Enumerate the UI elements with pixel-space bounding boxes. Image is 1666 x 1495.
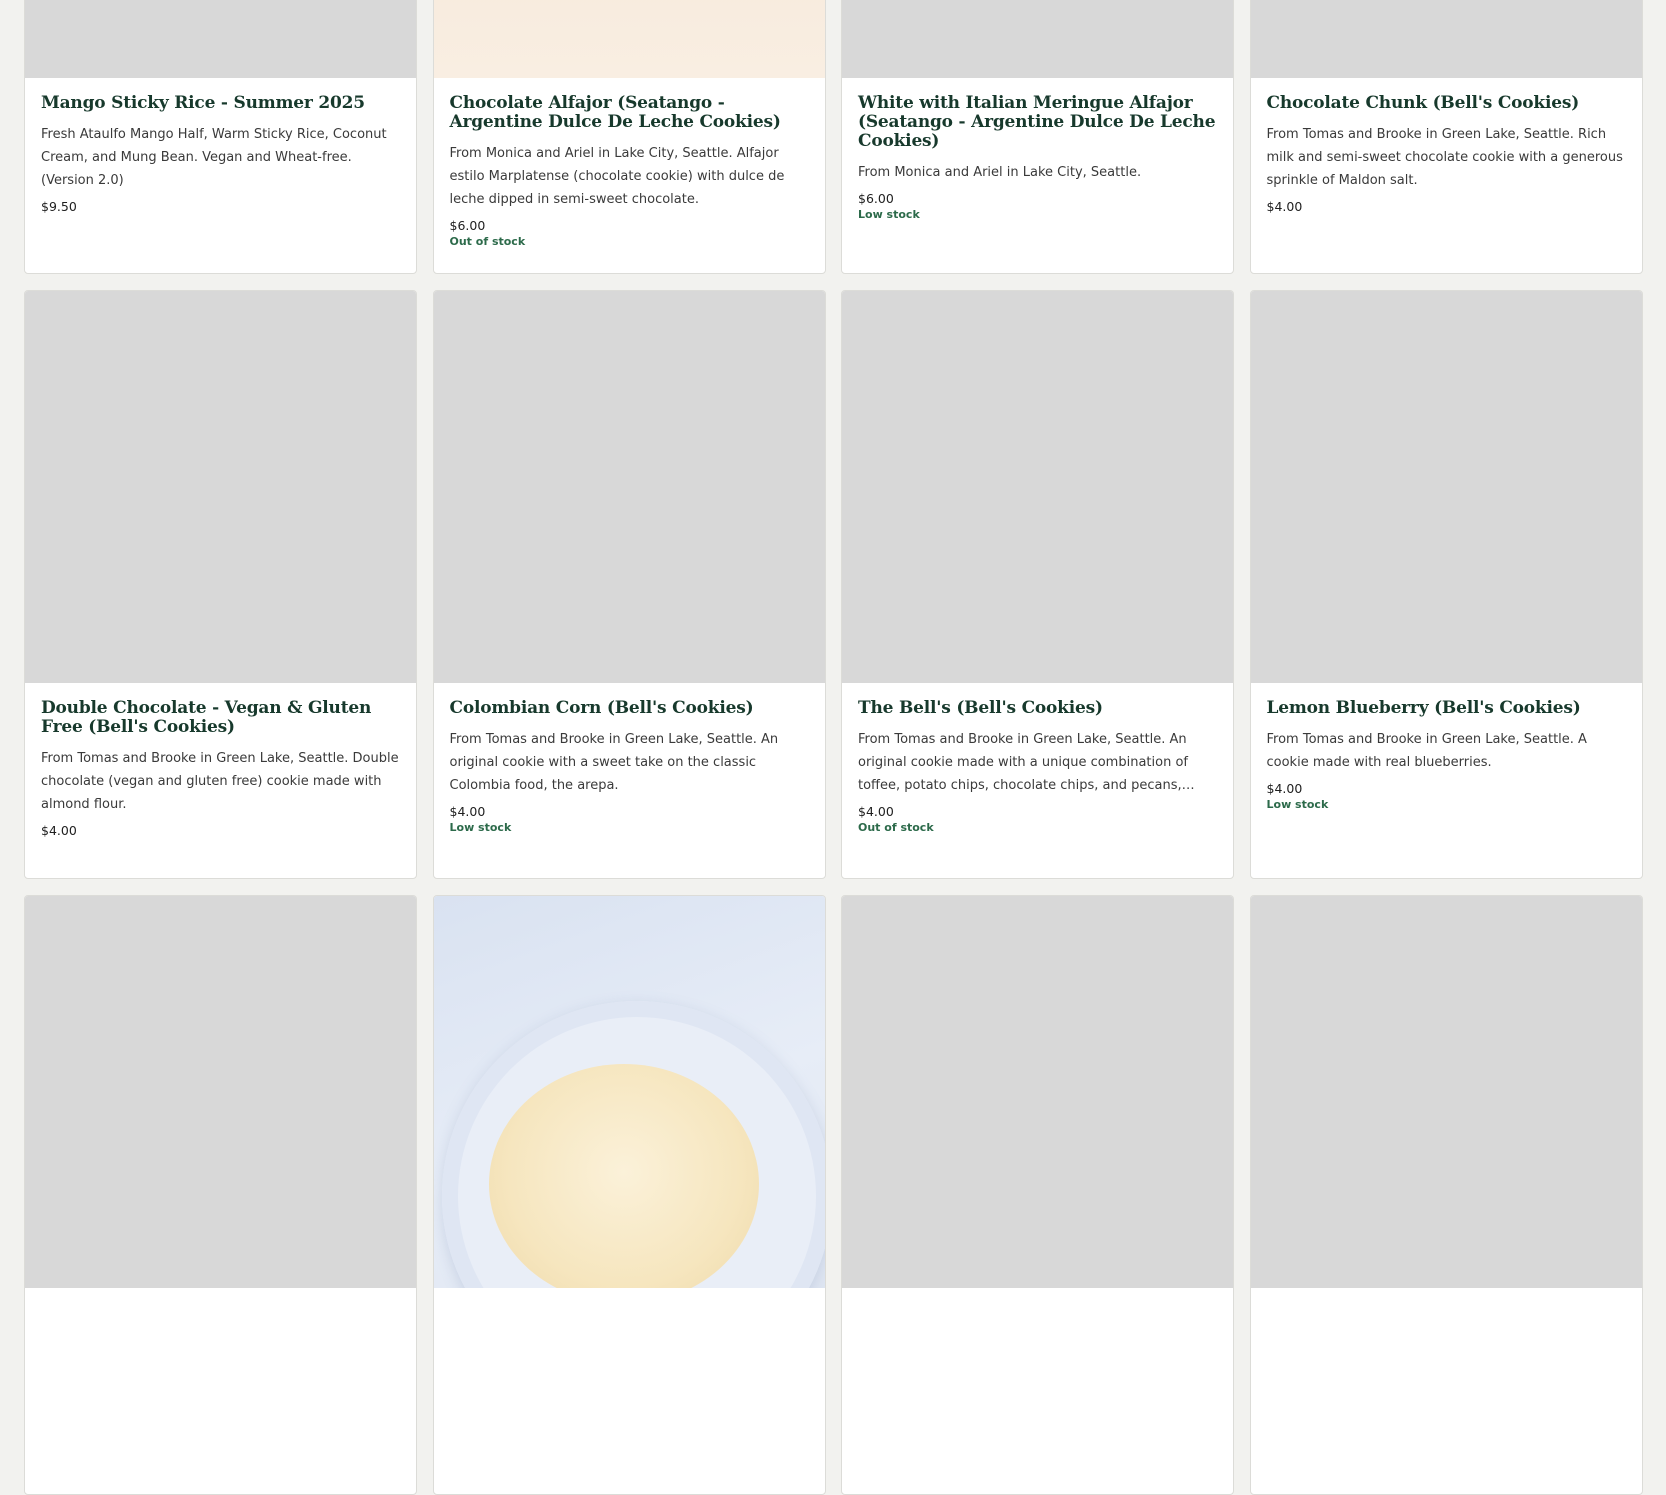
product-description: From Monica and Ariel in Lake City, Seat…: [449, 146, 785, 207]
product-image[interactable]: [842, 896, 1233, 1288]
product-price: $4.00: [1266, 199, 1303, 214]
product-description: From Tomas and Brooke in Green Lake, Sea…: [1266, 732, 1587, 770]
product-image[interactable]: [1250, 0, 1642, 78]
product-card[interactable]: [432, 895, 826, 1495]
product-title[interactable]: Chocolate Chunk (Bell's Cookies): [1267, 94, 1626, 113]
product-title[interactable]: Mango Sticky Rice - Summer 2025: [41, 94, 400, 113]
product-price: $6.00: [449, 218, 486, 233]
product-image[interactable]: [1250, 291, 1642, 683]
cookie-graphic: [488, 1064, 759, 1288]
product-image[interactable]: [25, 896, 416, 1288]
product-description: From Monica and Ariel in Lake City, Seat…: [858, 165, 1142, 180]
product-image[interactable]: [842, 291, 1233, 683]
product-price: $4.00: [41, 823, 77, 838]
product-card[interactable]: [24, 895, 417, 1495]
product-card[interactable]: Mango Sticky Rice - Summer 2025 Fresh At…: [24, 0, 417, 274]
product-card[interactable]: Lemon Blueberry (Bell's Cookies) From To…: [1249, 290, 1643, 879]
product-info: Lemon Blueberry (Bell's Cookies) From To…: [1251, 683, 1642, 878]
product-info: Chocolate Alfajor (Seatango - Argentine …: [434, 78, 825, 273]
product-title[interactable]: Double Chocolate - Vegan & Gluten Free (…: [41, 699, 400, 737]
product-card[interactable]: [1249, 895, 1643, 1495]
product-image[interactable]: [433, 896, 825, 1288]
product-title[interactable]: White with Italian Meringue Alfajor (Sea…: [858, 94, 1217, 151]
product-info: Chocolate Chunk (Bell's Cookies) From To…: [1251, 78, 1642, 273]
product-description: Fresh Ataulfo Mango Half, Warm Sticky Ri…: [41, 127, 387, 188]
product-card[interactable]: Chocolate Chunk (Bell's Cookies) From To…: [1249, 0, 1643, 274]
stock-status: Low stock: [1266, 798, 1329, 811]
product-image[interactable]: [433, 291, 825, 683]
product-title[interactable]: Lemon Blueberry (Bell's Cookies): [1267, 699, 1626, 718]
product-description: From Tomas and Brooke in Green Lake, Sea…: [449, 732, 779, 793]
stock-status: Out of stock: [858, 821, 934, 834]
product-info: Mango Sticky Rice - Summer 2025 Fresh At…: [25, 78, 416, 273]
product-price: $6.00: [858, 191, 894, 206]
product-image[interactable]: [25, 0, 416, 78]
product-card[interactable]: Colombian Corn (Bell's Cookies) From Tom…: [432, 290, 826, 879]
product-card[interactable]: [841, 895, 1234, 1495]
product-title[interactable]: Chocolate Alfajor (Seatango - Argentine …: [450, 94, 809, 132]
product-info: The Bell's (Bell's Cookies) From Tomas a…: [842, 683, 1233, 878]
stock-status: Low stock: [858, 208, 920, 221]
product-price: $4.00: [449, 804, 486, 819]
product-description: From Tomas and Brooke in Green Lake, Sea…: [41, 751, 399, 812]
stock-status: Low stock: [449, 821, 512, 834]
product-description: From Tomas and Brooke in Green Lake, Sea…: [1266, 127, 1623, 188]
product-image[interactable]: [842, 0, 1233, 78]
product-price: $9.50: [41, 199, 77, 214]
product-info: Colombian Corn (Bell's Cookies) From Tom…: [434, 683, 825, 878]
product-card[interactable]: White with Italian Meringue Alfajor (Sea…: [841, 0, 1234, 274]
product-image[interactable]: [25, 291, 416, 683]
product-title[interactable]: Colombian Corn (Bell's Cookies): [450, 699, 809, 718]
product-image[interactable]: [1250, 896, 1642, 1288]
product-image[interactable]: [433, 0, 825, 78]
product-info: Double Chocolate - Vegan & Gluten Free (…: [25, 683, 416, 878]
product-card[interactable]: Chocolate Alfajor (Seatango - Argentine …: [432, 0, 826, 274]
product-info: White with Italian Meringue Alfajor (Sea…: [842, 78, 1233, 273]
product-grid: Mango Sticky Rice - Summer 2025 Fresh At…: [24, 0, 1643, 1495]
product-card[interactable]: Double Chocolate - Vegan & Gluten Free (…: [24, 290, 417, 879]
product-description: From Tomas and Brooke in Green Lake, Sea…: [858, 732, 1188, 793]
product-price: $4.00: [858, 804, 894, 819]
stock-status: Out of stock: [449, 235, 526, 248]
product-title[interactable]: The Bell's (Bell's Cookies): [858, 699, 1217, 718]
product-price: $4.00: [1266, 781, 1303, 796]
product-card[interactable]: The Bell's (Bell's Cookies) From Tomas a…: [841, 290, 1234, 879]
